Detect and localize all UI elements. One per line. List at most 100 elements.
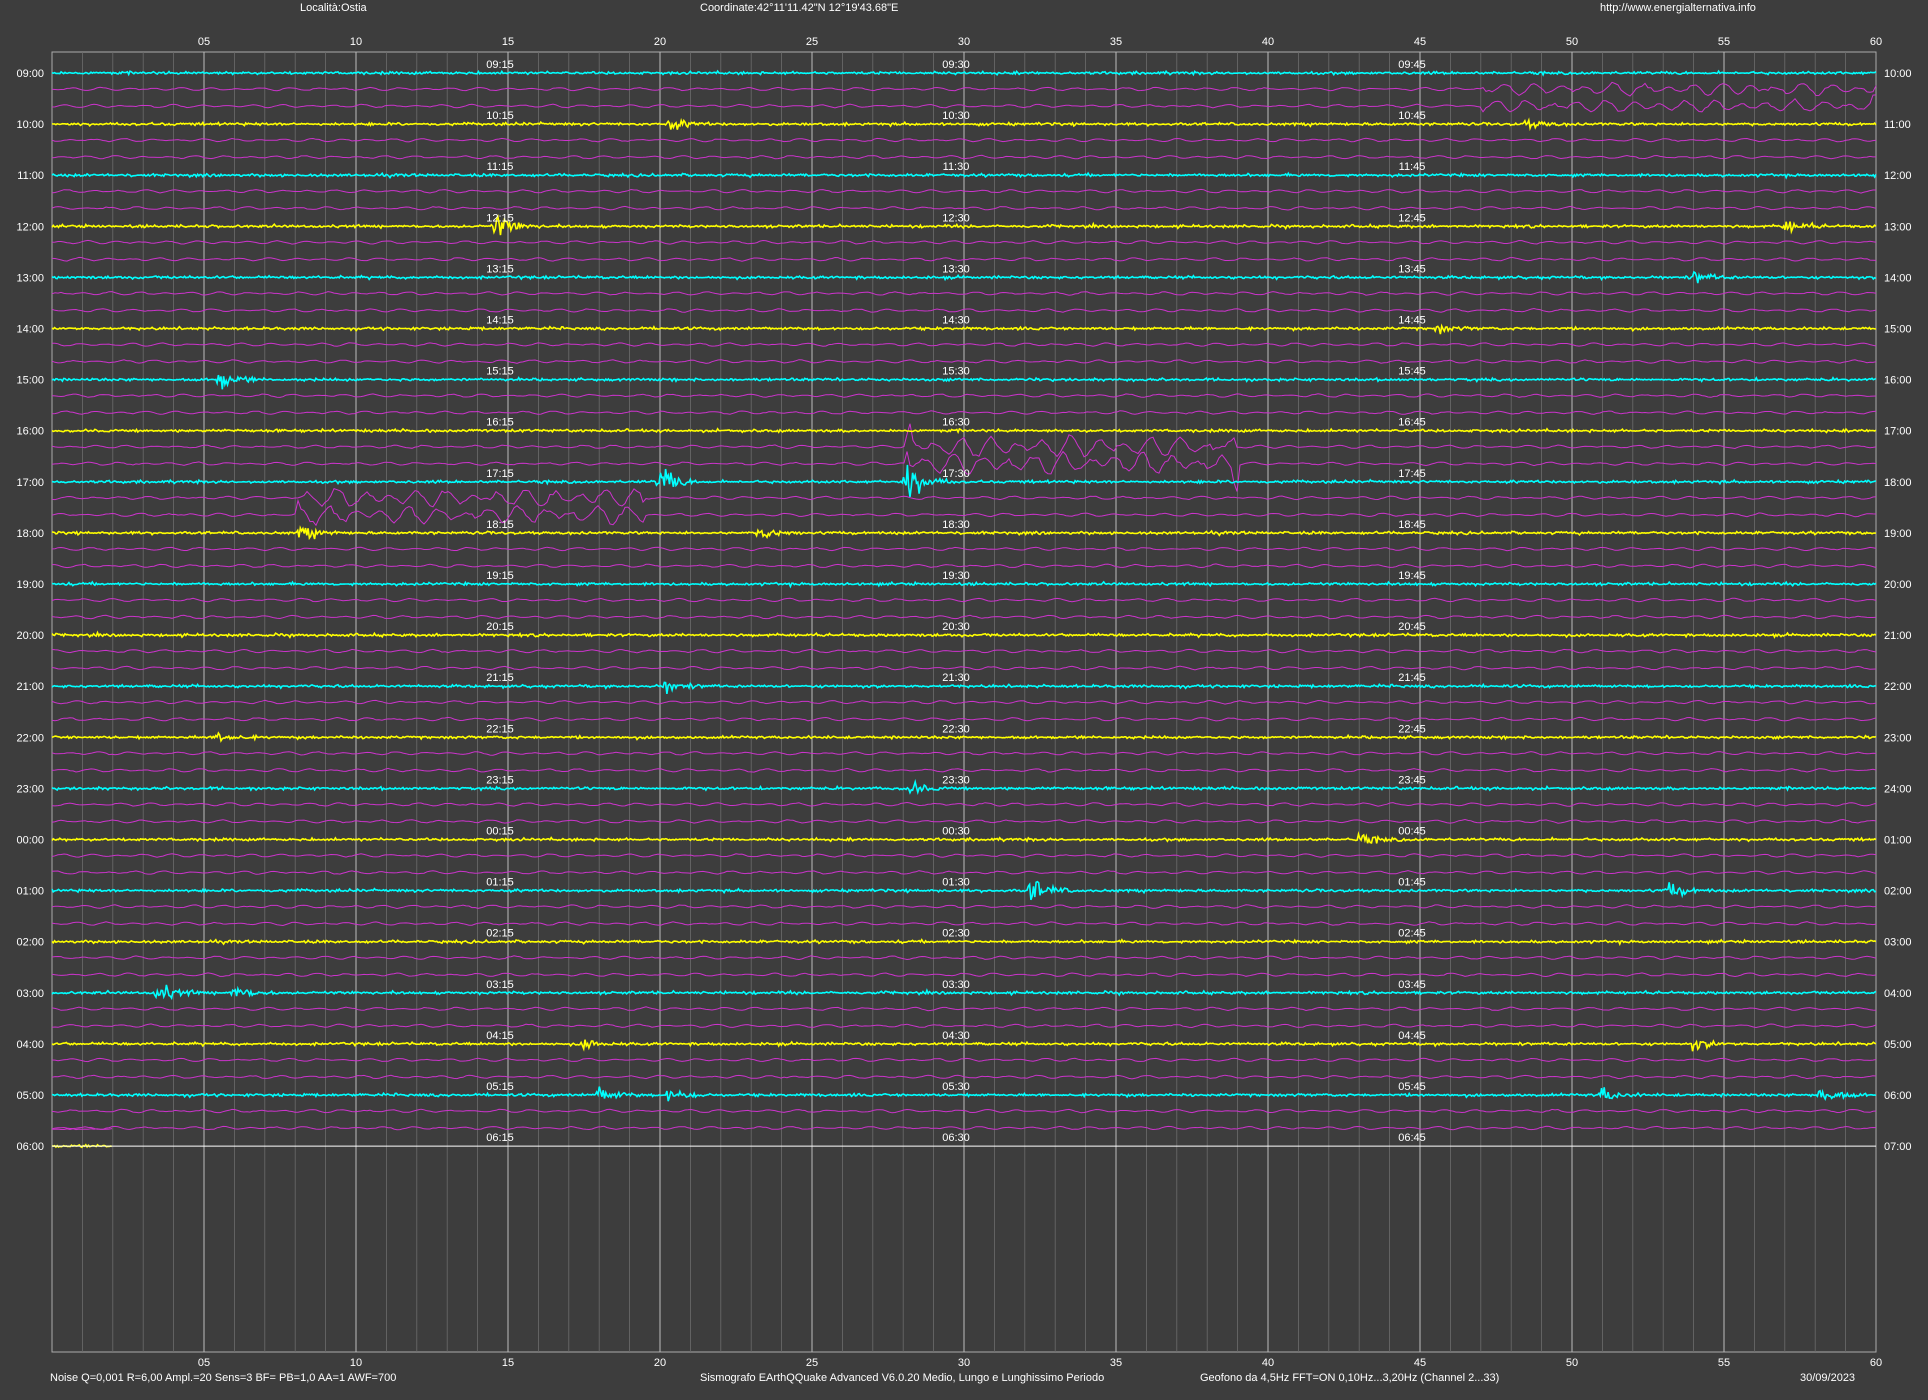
quarter-time-label: 00:15 [486,826,514,838]
quarter-time-label: 23:15 [486,774,514,786]
helicorder-chart: 05 05 10 10 15 15 20 20 25 25 30 30 35 35 40 40 45 45 50 50… [16,2,1912,1384]
x-tick-label-top: 55 [1718,36,1730,48]
row-label-left: 12:00 [16,221,44,233]
x-tick-label-top: 30 [958,36,970,48]
x-tick-label-top: 10 [350,36,362,48]
quarter-time-label: 11:30 [943,161,970,173]
x-tick-label-bottom: 25 [806,1357,818,1369]
quarter-time-label: 12:45 [1398,212,1426,224]
quarter-time-label: 09:15 [486,59,514,71]
row-label-left: 04:00 [16,1039,44,1051]
row-label-right: 15:00 [1884,324,1912,336]
row-label-right: 07:00 [1884,1141,1912,1153]
quarter-time-label: 21:45 [1398,672,1426,684]
long-period-trace [51,1128,113,1131]
row-label-left: 05:00 [16,1090,44,1102]
footer-parameters: Noise Q=0,001 R=6,00 Ampl.=20 Sens=3 BF=… [50,1372,396,1384]
quarter-time-label: 17:45 [1398,468,1426,480]
row-label-left: 14:00 [16,324,44,336]
quarter-time-label: 05:30 [942,1081,970,1093]
coordinates-label: Coordinate:42°11'11.42"N 12°19'43.68"E [700,2,898,14]
row-label-left: 16:00 [16,426,44,438]
quarter-time-label: 06:30 [942,1132,970,1144]
quarter-time-label: 22:30 [942,723,970,735]
footer-date: 30/09/2023 [1800,1372,1855,1384]
row-label-left: 09:00 [16,68,44,80]
quarter-time-label: 05:45 [1398,1081,1426,1093]
footer-sensor: Geofono da 4,5Hz FFT=ON 0,10Hz...3,20Hz … [1200,1372,1499,1384]
row-label-right: 22:00 [1884,681,1912,693]
quarter-time-label: 09:30 [942,59,970,71]
quarter-time-label: 04:15 [486,1030,514,1042]
x-tick-label-bottom: 45 [1414,1357,1426,1369]
quarter-time-label: 01:45 [1398,877,1426,889]
row-label-right: 03:00 [1884,937,1912,949]
quarter-time-label: 02:45 [1398,928,1426,940]
quarter-time-label: 00:30 [942,826,970,838]
row-label-left: 11:00 [17,170,44,182]
quarter-time-label: 16:30 [942,417,970,429]
row-label-right: 06:00 [1884,1090,1912,1102]
website-label: http://www.energialternativa.info [1600,2,1756,14]
row-label-right: 23:00 [1884,732,1912,744]
x-tick-label-bottom: 60 [1870,1357,1882,1369]
row-label-right: 24:00 [1884,783,1912,795]
row-label-right: 04:00 [1884,988,1912,1000]
row-label-right: 14:00 [1884,272,1912,284]
quarter-time-label: 21:15 [486,672,514,684]
quarter-time-label: 22:45 [1398,723,1426,735]
x-tick-label-bottom: 40 [1262,1357,1274,1369]
row-label-right: 11:00 [1884,119,1911,131]
quarter-time-label: 02:30 [942,928,970,940]
row-label-right: 17:00 [1884,426,1912,438]
quarter-time-label: 13:30 [942,263,970,275]
quarter-time-label: 20:15 [486,621,514,633]
quarter-time-label: 04:45 [1398,1030,1426,1042]
quarter-time-label: 18:30 [942,519,970,531]
row-label-left: 00:00 [16,835,44,847]
quarter-time-label: 19:30 [942,570,970,582]
x-tick-label-bottom: 20 [654,1357,666,1369]
x-tick-label-top: 40 [1262,36,1274,48]
row-label-left: 03:00 [16,988,44,1000]
row-label-right: 13:00 [1884,221,1912,233]
x-tick-label-bottom: 55 [1718,1357,1730,1369]
quarter-time-label: 12:30 [942,212,970,224]
quarter-time-label: 18:45 [1398,519,1426,531]
quarter-time-label: 16:45 [1398,417,1426,429]
location-label: Località:Ostia [300,2,368,14]
quarter-time-label: 19:15 [486,570,514,582]
row-label-right: 02:00 [1884,886,1912,898]
x-tick-label-bottom: 10 [350,1357,362,1369]
quarter-time-label: 05:15 [486,1081,514,1093]
quarter-time-label: 20:45 [1398,621,1426,633]
quarter-time-label: 20:30 [942,621,970,633]
row-label-left: 17:00 [16,477,44,489]
x-tick-label-top: 20 [654,36,666,48]
quarter-time-label: 06:15 [486,1132,514,1144]
quarter-time-label: 11:45 [1399,161,1426,173]
quarter-time-label: 01:15 [486,877,514,889]
quarter-time-label: 15:30 [942,366,970,378]
quarter-time-label: 10:15 [486,110,514,122]
x-tick-label-top: 50 [1566,36,1578,48]
row-label-left: 23:00 [16,783,44,795]
row-label-right: 16:00 [1884,375,1912,387]
quarter-time-label: 17:15 [486,468,514,480]
row-label-left: 15:00 [16,375,44,387]
quarter-time-label: 15:15 [486,366,514,378]
x-tick-label-bottom: 05 [198,1357,210,1369]
x-tick-label-top: 25 [806,36,818,48]
row-label-left: 18:00 [16,528,44,540]
quarter-time-label: 01:30 [942,877,970,889]
quarter-time-label: 12:15 [486,212,514,224]
x-tick-label-bottom: 30 [958,1357,970,1369]
quarter-time-label: 02:15 [486,928,514,940]
quarter-time-label: 04:30 [942,1030,970,1042]
x-tick-label-top: 45 [1414,36,1426,48]
quarter-time-label: 19:45 [1398,570,1426,582]
x-tick-label-bottom: 15 [502,1357,514,1369]
quarter-time-label: 14:45 [1398,315,1426,327]
row-label-left: 21:00 [16,681,44,693]
quarter-time-label: 17:30 [942,468,970,480]
